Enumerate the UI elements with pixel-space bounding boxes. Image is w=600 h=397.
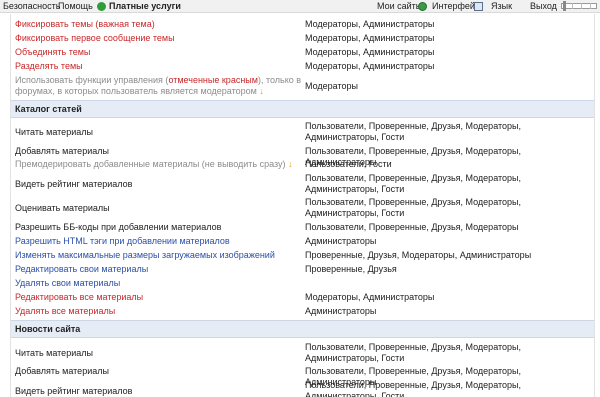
permission-groups[interactable]: Модераторы, Администраторы: [305, 47, 592, 58]
section-title: Каталог статей: [15, 104, 82, 114]
menu-logout[interactable]: Выход: [530, 1, 557, 12]
permission-row: Редактировать все материалы Модераторы, …: [11, 292, 594, 304]
permission-groups[interactable]: Модераторы, Администраторы: [305, 61, 592, 72]
section-title: Новости сайта: [15, 324, 81, 334]
permission-groups[interactable]: Администраторы: [305, 306, 592, 317]
permission-groups[interactable]: Пользователи, Проверенные, Друзья, Модер…: [305, 121, 592, 143]
permission-name[interactable]: Добавлять материалы: [15, 146, 303, 157]
permission-name[interactable]: Объединять темы: [15, 47, 303, 58]
permission-row: Разрешить ББ-коды при добавлении материа…: [11, 222, 594, 234]
globe-icon[interactable]: [418, 2, 427, 11]
permission-name[interactable]: Использовать функции управления (отмечен…: [15, 75, 303, 97]
permission-groups[interactable]: Проверенные, Друзья: [305, 264, 592, 275]
permission-groups[interactable]: Модераторы, Администраторы: [305, 292, 592, 303]
permission-name[interactable]: Удалять все материалы: [15, 306, 303, 317]
permission-name[interactable]: Разделять темы: [15, 61, 303, 72]
permission-row: Читать материалы Пользователи, Проверенн…: [11, 121, 594, 143]
slider-tick: [581, 3, 582, 9]
permission-groups[interactable]: Модераторы, Администраторы: [305, 19, 592, 30]
slider-tick: [572, 3, 573, 9]
permission-groups[interactable]: Модераторы, Администраторы: [305, 33, 592, 44]
menu-help[interactable]: Помощь: [58, 1, 93, 12]
permission-groups[interactable]: Пользователи, Проверенные, Друзья, Модер…: [305, 222, 592, 233]
menu-paid-services[interactable]: Платные услуги: [109, 1, 181, 12]
permission-row: Удалять свои материалы: [11, 278, 594, 290]
permission-name[interactable]: Видеть рейтинг материалов: [15, 386, 303, 397]
permission-row: Фиксировать первое сообщение темы Модера…: [11, 33, 594, 45]
permission-name[interactable]: Фиксировать темы (важная тема): [15, 19, 303, 30]
permission-name[interactable]: Разрешить ББ-коды при добавлении материа…: [15, 222, 303, 233]
permission-groups[interactable]: Проверенные, Друзья, Модераторы, Админис…: [305, 250, 592, 261]
permission-name[interactable]: Премодерировать добавленные материалы (н…: [15, 159, 303, 170]
permission-name[interactable]: Добавлять материалы: [15, 366, 303, 377]
content-border-right: [594, 14, 595, 397]
permission-text: Премодерировать добавленные материалы (н…: [15, 159, 286, 169]
menu-language[interactable]: Язык: [491, 1, 512, 12]
permission-row: Видеть рейтинг материалов Пользователи, …: [11, 173, 594, 195]
permission-groups[interactable]: Пользователи, Гости: [305, 159, 592, 170]
permission-row: Редактировать свои материалы Проверенные…: [11, 264, 594, 276]
permission-groups[interactable]: Пользователи, Проверенные, Друзья, Модер…: [305, 197, 592, 219]
permission-name[interactable]: Читать материалы: [15, 348, 303, 359]
permission-row-moderator-tools: Использовать функции управления (отмечен…: [11, 75, 594, 99]
permission-row: Изменять максимальные размеры загружаемы…: [11, 250, 594, 262]
permission-groups[interactable]: Пользователи, Проверенные, Друзья, Модер…: [305, 380, 592, 397]
permission-name[interactable]: Изменять максимальные размеры загружаемы…: [15, 250, 303, 261]
permission-name[interactable]: Удалять свои материалы: [15, 278, 303, 289]
permission-row: Читать материалы Пользователи, Проверенн…: [11, 342, 594, 364]
permission-groups[interactable]: Пользователи, Проверенные, Друзья, Модер…: [305, 342, 592, 364]
permission-name[interactable]: Редактировать все материалы: [15, 292, 303, 303]
slider-tick: [590, 3, 591, 9]
arrow-down-icon: ↓: [259, 86, 264, 96]
marked-red-note: отмеченные красным: [168, 75, 258, 85]
paid-services-icon: [97, 2, 106, 11]
permission-row: Видеть рейтинг материалов Пользователи, …: [11, 380, 594, 397]
section-header-news: Новости сайта: [11, 320, 594, 338]
permission-name[interactable]: Оценивать материалы: [15, 203, 303, 214]
permission-groups[interactable]: Администраторы: [305, 236, 592, 247]
permission-row: Объединять темы Модераторы, Администрато…: [11, 47, 594, 59]
menu-my-sites[interactable]: Мои сайты: [377, 1, 422, 12]
permission-name[interactable]: Читать материалы: [15, 127, 303, 138]
permission-row: Премодерировать добавленные материалы (н…: [11, 159, 594, 171]
permission-row: Разделять темы Модераторы, Администратор…: [11, 61, 594, 73]
permission-row: Удалять все материалы Администраторы: [11, 306, 594, 318]
permission-text: Использовать функции управления (: [15, 75, 169, 85]
permission-row: Добавлять материалы Пользователи, Провер…: [11, 366, 594, 387]
permission-row: Фиксировать темы (важная тема) Модератор…: [11, 19, 594, 31]
permission-name[interactable]: Редактировать свои материалы: [15, 264, 303, 275]
permission-row: Добавлять материалы Пользователи, Провер…: [11, 146, 594, 167]
permission-name[interactable]: Разрешить HTML тэги при добавлении матер…: [15, 236, 303, 247]
permission-name[interactable]: Фиксировать первое сообщение темы: [15, 33, 303, 44]
permission-groups[interactable]: Модераторы: [305, 81, 592, 92]
arrow-down-icon: ↓: [288, 159, 293, 169]
permission-row: Оценивать материалы Пользователи, Провер…: [11, 197, 594, 219]
section-header-catalog: Каталог статей: [11, 100, 594, 118]
menu-interface[interactable]: Интерфейс: [432, 1, 479, 12]
permission-groups[interactable]: Пользователи, Проверенные, Друзья, Модер…: [305, 173, 592, 195]
permission-name[interactable]: Видеть рейтинг материалов: [15, 179, 303, 190]
top-menu-bar: Безопасность Помощь Платные услуги Мои с…: [0, 0, 600, 13]
permission-row: Разрешить HTML тэги при добавлении матер…: [11, 236, 594, 248]
menu-security[interactable]: Безопасность: [3, 1, 60, 12]
interface-checkbox[interactable]: [474, 2, 483, 11]
width-slider[interactable]: [561, 3, 597, 9]
slider-handle[interactable]: [563, 1, 566, 11]
